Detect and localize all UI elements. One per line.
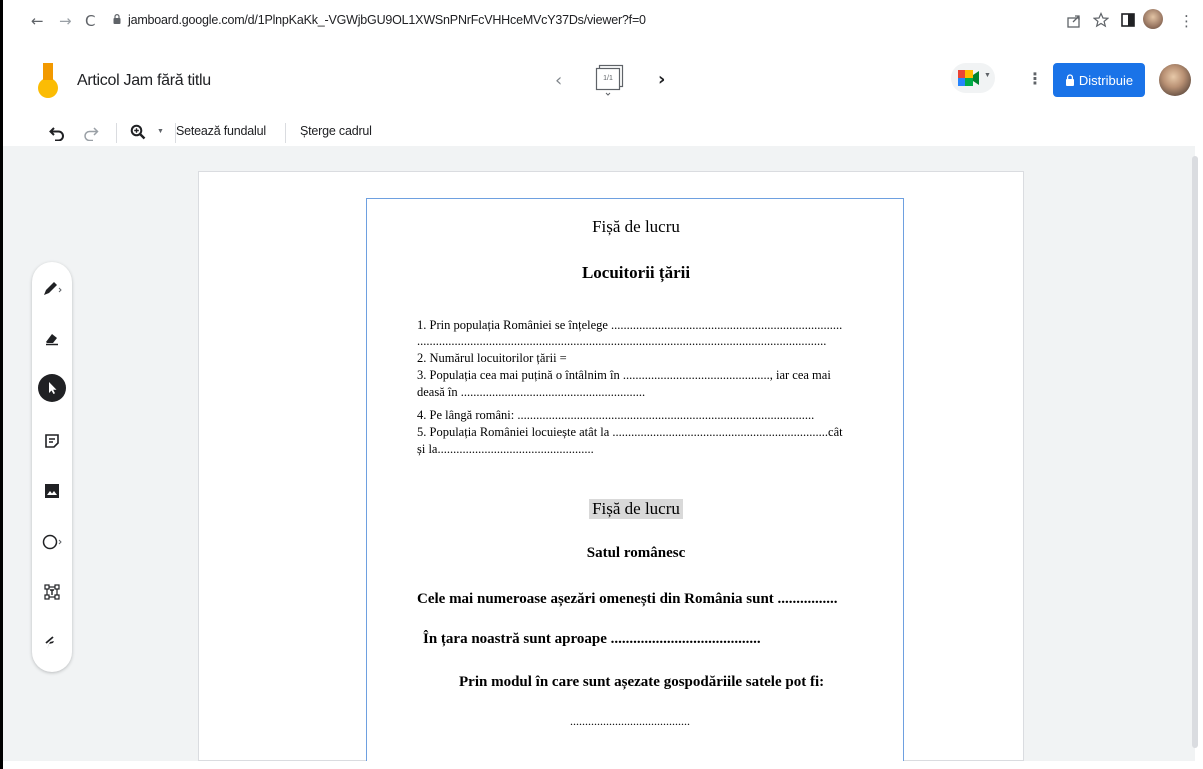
question-line: 3. Populația cea mai puțină o întâlnim î… [417, 368, 831, 382]
worksheet-heading: Locuitorii țării [581, 263, 691, 282]
toolbar-divider [285, 123, 286, 143]
address-bar[interactable]: jamboard.google.com/d/1PlnpKaKk_-VGWjbGU… [128, 13, 646, 27]
shape-icon [42, 534, 62, 550]
set-background-button[interactable]: Setează fundalul [176, 124, 266, 138]
worksheet-title: Fișă de lucru [592, 217, 680, 236]
sticky-note-tool[interactable] [38, 427, 66, 455]
textbox-tool[interactable] [38, 578, 66, 606]
tools-panel [32, 262, 72, 672]
sidepanel-icon[interactable] [1121, 13, 1135, 27]
jamboard-window: ← → C jamboard.google.com/d/1PlnpKaKk_-V… [0, 0, 1203, 769]
select-icon [49, 382, 57, 394]
worksheet-title-wrap: Fișă de lucru [367, 499, 905, 519]
shape-tool[interactable] [38, 528, 66, 556]
meet-icon [958, 70, 979, 86]
document-title[interactable]: Articol Jam fără titlu [77, 72, 211, 90]
undo-icon[interactable] [49, 125, 65, 141]
question-line: și la...................................… [417, 442, 594, 456]
vertical-scrollbar[interactable] [1192, 156, 1198, 748]
browser-menu-icon[interactable]: ⋮ [1179, 12, 1194, 30]
meet-button[interactable]: ▼ [951, 63, 995, 93]
avatar[interactable] [1159, 64, 1191, 96]
redo-icon[interactable] [83, 125, 99, 141]
more-icon[interactable]: ⋮ [1027, 69, 1043, 88]
forward-icon[interactable]: → [59, 13, 72, 29]
pen-tool[interactable] [38, 274, 66, 302]
question-line: ........................................… [417, 334, 827, 348]
question-line: 5. Populația României locuiește atât la … [417, 425, 843, 439]
lock-icon [1065, 74, 1074, 86]
share-label: Distribuie [1078, 72, 1134, 88]
question-line: Cele mai numeroase așezări omenești din … [417, 591, 838, 607]
worksheet-title: Fișă de lucru [589, 499, 683, 519]
browser-bar: ← → C jamboard.google.com/d/1PlnpKaKk_-V… [3, 0, 1203, 42]
image-tool[interactable] [38, 477, 66, 505]
answer-line: ........................................ [570, 714, 690, 728]
zoom-icon[interactable] [130, 124, 146, 140]
frame-counter: 1/1 [603, 75, 613, 82]
worksheet-heading: Satul românesc [586, 545, 686, 561]
textbox-icon [44, 584, 60, 600]
worksheet-image[interactable]: Fișă de lucru Locuitorii țării 1. Prin p… [366, 198, 904, 761]
laser-tool[interactable] [38, 628, 66, 656]
share-button[interactable]: Distribuie [1053, 63, 1145, 97]
app-header: Articol Jam fără titlu ‹ 1/1 › ▼ ⋮ Distr… [3, 42, 1203, 118]
question-line: deasă în ...............................… [417, 385, 646, 399]
frames-icon[interactable]: 1/1 [595, 64, 625, 96]
eraser-icon [46, 334, 58, 346]
jamboard-logo[interactable] [37, 63, 59, 99]
reload-icon[interactable]: C [85, 13, 95, 29]
frame-next-icon[interactable]: › [658, 69, 665, 90]
frame-prev-icon[interactable]: ‹ [555, 70, 562, 91]
pen-icon [44, 282, 62, 295]
question-line: În țara noastră sunt aproape ...........… [423, 631, 761, 647]
lock-icon[interactable] [113, 14, 121, 24]
question-line: 4. Pe lângă români: ....................… [417, 408, 815, 422]
laser-icon [45, 635, 57, 649]
select-tool[interactable] [38, 374, 66, 402]
question-line: 1. Prin populația României se înțelege .… [417, 318, 843, 332]
question-line: Prin modul în care sunt așezate gospodăr… [459, 674, 825, 690]
back-icon[interactable]: ← [31, 13, 44, 29]
meet-dropdown-icon: ▼ [984, 72, 991, 79]
question-line: 2. Numărul locuitorilor țării = [417, 351, 567, 365]
share-page-icon[interactable] [1066, 13, 1082, 29]
image-icon [45, 484, 59, 498]
zoom-dropdown-icon[interactable]: ▼ [157, 128, 164, 135]
star-icon[interactable] [1093, 12, 1109, 28]
toolbar: ▼ Setează fundalul Șterge cadrul [3, 118, 1203, 146]
clear-frame-button[interactable]: Șterge cadrul [300, 124, 372, 138]
profile-icon[interactable] [1143, 9, 1163, 29]
sticky-note-icon [45, 434, 59, 448]
eraser-tool[interactable] [38, 324, 66, 352]
toolbar-divider [116, 123, 117, 143]
